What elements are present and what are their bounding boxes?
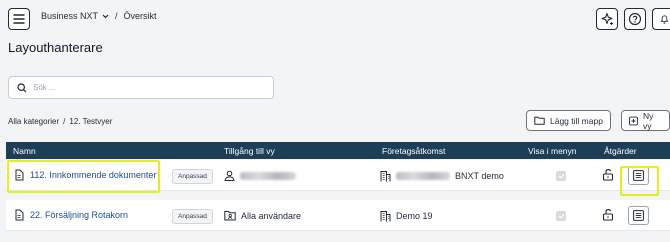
breadcrumb-root[interactable]: Business NXT [41,11,98,21]
search-placeholder: Sök ... [33,83,56,92]
new-view-button[interactable]: Ny vy [621,110,670,131]
add-folder-label: Lägg till mapp [550,115,603,126]
new-view-label: Ny vy [642,110,654,131]
unlock-icon [602,209,614,221]
sparkle-icon [601,12,613,25]
document-icon [15,209,24,220]
row-company: Demo 19 [380,200,433,231]
row-name: 22. Försäljning Rotakorn [30,209,129,220]
folder-user-icon [224,211,236,221]
document-icon [15,169,24,180]
access-label: Alla användare [241,210,302,221]
redacted-company-name [396,171,450,180]
building-icon [380,170,391,181]
folder-icon [534,116,545,125]
check-icon [558,213,564,219]
table-header: Namn Tillgång till vy Företagsåtkomst Vi… [6,142,670,159]
search-input[interactable]: Sök ... [8,76,274,99]
breadcrumb-current: Översikt [123,11,157,21]
header-name[interactable]: Namn [13,146,36,156]
redacted-user-name [240,171,296,180]
category-current: 12. Testvyer [69,117,113,126]
row-access [224,160,296,191]
company-name-suffix: BNXT demo [455,170,504,181]
list-icon [633,210,644,221]
header-actions: Åtgärder [604,146,637,156]
page-title: Layouthanterare [8,40,103,55]
magic-button[interactable] [596,8,618,30]
unlock-button[interactable] [602,168,614,183]
notifications-button[interactable] [652,8,670,30]
row-company: BNXT demo [380,160,504,191]
table-row[interactable]: 22. Försäljning Rotakorn Anpassad Alla a… [6,200,670,231]
row-name-link[interactable]: 22. Försäljning Rotakorn [14,200,128,229]
header-company[interactable]: Företagsåtkomst [382,146,445,156]
help-icon [628,12,642,26]
unlock-button[interactable] [602,208,614,223]
custom-tag: Anpassad [172,209,213,224]
user-icon [224,170,235,181]
unlock-icon [602,169,614,181]
chevron-down-icon[interactable] [102,14,109,19]
details-button[interactable] [628,166,649,185]
add-folder-button[interactable]: Lägg till mapp [526,110,611,131]
category-all-link[interactable]: Alla kategorier [8,117,59,126]
category-breadcrumb: Alla kategorier / 12. Testvyer [8,117,112,126]
add-view-icon [629,116,638,125]
table-row[interactable]: 112. Innkommende dokumenter Anpassad BNX… [6,160,670,191]
bell-icon [660,15,669,24]
show-in-menu-checkbox[interactable] [556,211,566,221]
menu-button[interactable] [8,8,30,30]
hamburger-icon [13,14,25,24]
custom-tag: Anpassad [172,169,213,184]
header-access[interactable]: Tillgång till vy [224,146,275,156]
header-show-in-menu[interactable]: Visa i menyn [528,146,577,156]
row-name: 112. Innkommende dokumenter [30,169,157,180]
building-icon [380,210,391,221]
breadcrumb: Business NXT / Översikt [41,11,157,21]
row-name-link[interactable]: 112. Innkommende dokumenter [14,160,156,189]
check-icon [558,173,564,179]
row-access: Alla användare [224,200,301,231]
search-icon [17,82,27,92]
category-separator: / [63,117,66,126]
details-button[interactable] [628,206,649,225]
breadcrumb-separator: / [115,11,118,21]
show-in-menu-checkbox[interactable] [556,171,566,181]
help-button[interactable] [624,8,646,30]
list-icon [633,170,644,181]
company-name: Demo 19 [396,210,433,221]
